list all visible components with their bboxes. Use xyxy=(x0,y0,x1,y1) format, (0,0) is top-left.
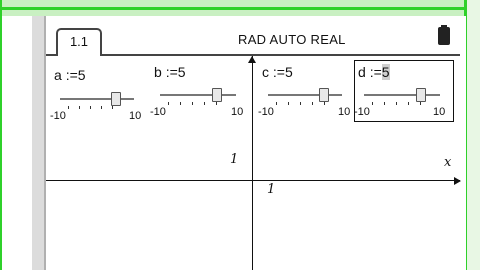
tick xyxy=(288,102,289,105)
x-axis xyxy=(46,180,460,181)
y-axis-arrow-icon xyxy=(248,56,256,63)
slider-a-min: -10 xyxy=(50,110,66,122)
slider-b-max: 10 xyxy=(231,106,244,118)
slider-a-label: a :=5 xyxy=(54,67,86,83)
tab-page[interactable]: 1.1 xyxy=(56,28,102,56)
tick xyxy=(79,106,80,109)
tick xyxy=(216,102,217,105)
tick xyxy=(168,102,169,105)
tick xyxy=(420,102,421,105)
tick xyxy=(300,102,301,105)
tick xyxy=(312,102,313,105)
window-border-left xyxy=(0,0,2,270)
slider-b-label: b :=5 xyxy=(154,64,186,80)
tick xyxy=(396,102,397,105)
slider-d-label: d :=5 xyxy=(358,64,390,80)
slider-c-max: 10 xyxy=(338,106,351,118)
slider-b-thumb[interactable] xyxy=(212,88,222,102)
slider-d-track[interactable] xyxy=(364,94,440,96)
slider-c-min: -10 xyxy=(258,106,274,118)
slider-d-max: 10 xyxy=(433,106,446,118)
title-bar-accent xyxy=(0,7,480,10)
tick xyxy=(68,106,69,109)
slider-c-track[interactable] xyxy=(268,94,342,96)
document-settings: RAD AUTO REAL xyxy=(238,32,346,47)
tick xyxy=(372,102,373,105)
tick xyxy=(204,102,205,105)
slider-d-value-field[interactable]: 5 xyxy=(381,64,390,80)
tick xyxy=(408,102,409,105)
slider-c-thumb[interactable] xyxy=(318,88,329,102)
slider-a-thumb[interactable] xyxy=(110,92,121,106)
x-axis-label: x xyxy=(444,155,452,170)
slider-d-thumb[interactable] xyxy=(416,88,426,102)
tick xyxy=(276,102,277,105)
slider-b-track[interactable] xyxy=(160,94,236,96)
x-axis-arrow-icon xyxy=(454,177,461,185)
tick xyxy=(180,102,181,105)
slider-b-min: -10 xyxy=(150,106,166,118)
tick xyxy=(324,102,325,105)
tick xyxy=(192,102,193,105)
tick xyxy=(384,102,385,105)
slider-c-label: c :=5 xyxy=(262,64,293,80)
y-axis-unit-mark: 1 xyxy=(230,152,239,167)
tick xyxy=(90,106,91,109)
window-edge xyxy=(467,0,480,270)
tick xyxy=(112,106,113,109)
slider-a-track[interactable] xyxy=(60,98,134,100)
slider-a-max: 10 xyxy=(129,110,142,122)
battery-icon xyxy=(438,27,450,45)
tick xyxy=(101,106,102,109)
document-margin xyxy=(32,16,44,270)
y-axis xyxy=(252,56,253,270)
slider-d-min: -10 xyxy=(354,106,370,118)
x-axis-unit-mark: 1 xyxy=(267,182,276,197)
